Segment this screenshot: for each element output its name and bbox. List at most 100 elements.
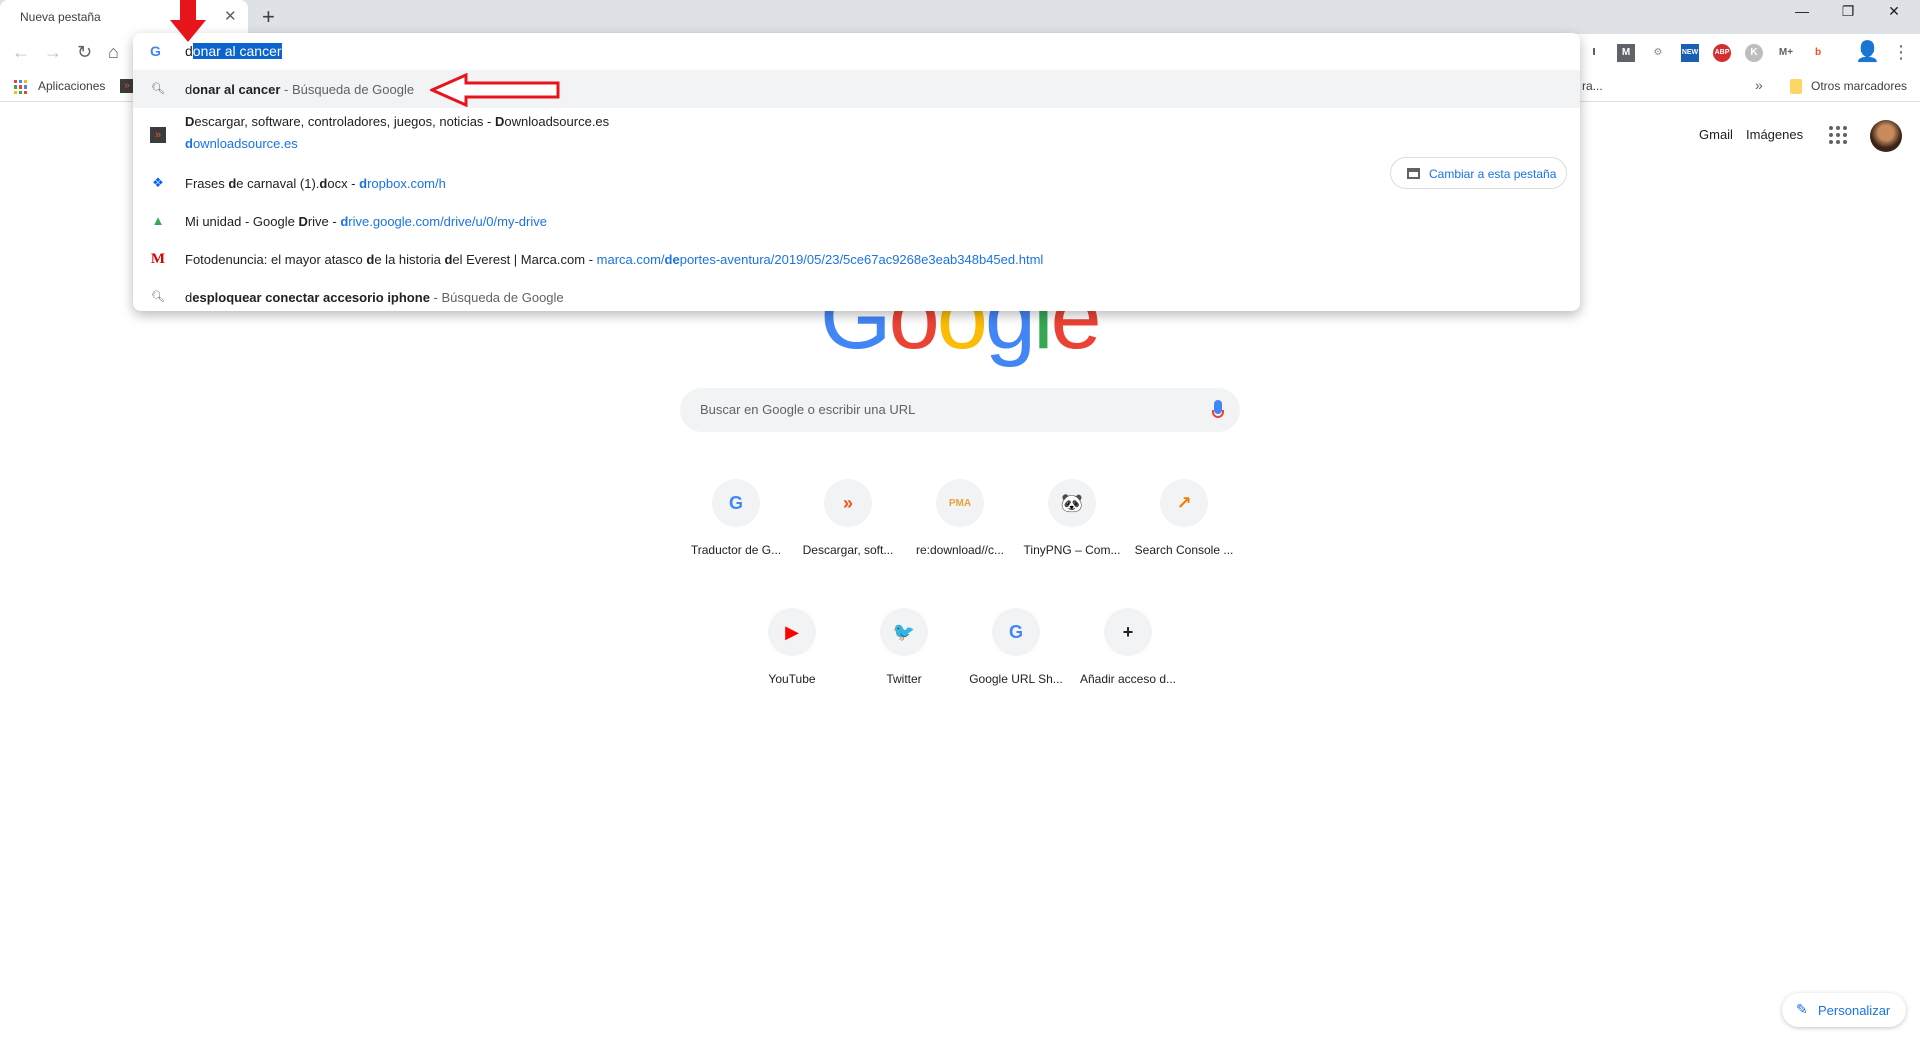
downloadsource-bookmark-icon[interactable]: » xyxy=(120,79,134,93)
suggestion-text-part: portes-aventura/2019/05/23/5ce67ac9268e3… xyxy=(679,252,1044,267)
movistar-plus-extension-icon[interactable]: M+ xyxy=(1777,44,1795,62)
google-apps-icon[interactable] xyxy=(1829,126,1847,144)
b-extension-extension-icon[interactable]: b xyxy=(1809,44,1827,62)
new-badge-extension-icon[interactable]: NEW xyxy=(1681,44,1699,62)
suggestion-text: Mi unidad - Google Drive - drive.google.… xyxy=(185,214,547,229)
suggestion-text-part: rive.google.com/drive/u/0/my-drive xyxy=(348,214,547,229)
search-icon: 🔍︎ xyxy=(151,83,165,95)
suggestion-text-part: Frases xyxy=(185,176,229,191)
tab-title: Nueva pestaña xyxy=(20,10,101,24)
bookmark-truncated[interactable]: ra... xyxy=(1582,79,1603,93)
shortcut-label: Search Console ... xyxy=(1134,543,1234,557)
apps-icon[interactable] xyxy=(14,80,28,94)
suggestion-text-part: escargar, software, controladores, juego… xyxy=(194,114,495,129)
k-extension-extension-icon[interactable]: K xyxy=(1745,44,1763,62)
new-tab-button[interactable]: + xyxy=(262,4,275,30)
shortcut-icon: G xyxy=(992,608,1040,656)
home-icon[interactable]: ⌂ xyxy=(108,42,119,63)
shortcut-tile[interactable]: ▶ YouTube xyxy=(736,608,848,720)
customize-button[interactable]: ✎ Personalizar xyxy=(1782,993,1906,1027)
switch-to-tab-button[interactable]: Cambiar a esta pestaña xyxy=(1390,157,1567,189)
folder-icon xyxy=(1790,79,1802,94)
dropbox-icon: ❖ xyxy=(152,175,164,190)
reload-icon[interactable]: ↻ xyxy=(77,42,92,63)
suggestion-text-part: ownloadsource.es xyxy=(192,136,298,151)
suggestion-text: desploquear conectar accesorio iphone - … xyxy=(185,290,564,305)
microphone-stand xyxy=(1212,410,1224,418)
suggestion-row[interactable]: 🔍︎ donar al cancer - Búsqueda de Google xyxy=(133,70,1580,108)
annotation-arrow-down xyxy=(170,0,206,42)
shortcut-icon: ▶ xyxy=(768,608,816,656)
shortcut-icon: » xyxy=(824,479,872,527)
suggestion-text-part: Mi unidad - Google xyxy=(185,214,299,229)
m-extension-extension-icon[interactable]: M xyxy=(1617,44,1635,62)
suggestion-url: downloadsource.es xyxy=(185,136,298,151)
profile-icon[interactable]: 👤 xyxy=(1855,39,1880,64)
suggestion-text-part: d xyxy=(359,176,368,191)
tab-strip: Nueva pestaña ✕ + — ❐ ✕ xyxy=(0,0,1920,34)
suggestion-row[interactable]: ❖ Frases de carnaval (1).docx - dropbox.c… xyxy=(133,164,1580,202)
shortcut-tile[interactable]: + Añadir acceso d... xyxy=(1072,608,1184,720)
shortcut-tile[interactable]: 🐼 TinyPNG – Com... xyxy=(1016,479,1128,591)
suggestion-text-part: marca.com/ xyxy=(596,252,665,267)
bookmark-otros-marcadores[interactable]: Otros marcadores xyxy=(1811,79,1907,93)
shortcut-icon: G xyxy=(712,479,760,527)
suggestion-row[interactable]: 🔍︎ desploquear conectar accesorio iphone … xyxy=(133,278,1580,316)
shortcut-label: YouTube xyxy=(768,672,816,686)
suggestion-text-part: ocx - xyxy=(327,176,360,191)
omnibox-input[interactable]: donar al cancer xyxy=(185,43,282,59)
shortcut-tile[interactable]: G Google URL Sh... xyxy=(960,608,1072,720)
shortcut-label: Twitter xyxy=(886,672,922,686)
pencil-icon: ✎ xyxy=(1796,1001,1808,1017)
tab-nueva-pestana[interactable]: Nueva pestaña ✕ xyxy=(0,0,248,34)
instapaper-extension-icon[interactable]: I xyxy=(1585,44,1603,62)
settings-gear-extension-icon[interactable]: ⚙ xyxy=(1649,44,1667,62)
shortcut-label: Descargar, soft... xyxy=(802,543,894,557)
suggestion-text-part: d xyxy=(185,136,193,151)
google-g-icon: G xyxy=(150,43,161,59)
suggestion-text-part: de xyxy=(664,252,680,267)
suggestion-text: Frases de carnaval (1).docx - dropbox.co… xyxy=(185,176,446,191)
shortcut-tile[interactable]: » Descargar, soft... xyxy=(792,479,904,591)
adblock-plus-extension-icon[interactable]: ABP xyxy=(1713,44,1731,62)
suggestion-text-part: e carnaval (1). xyxy=(236,176,320,191)
shortcut-icon: + xyxy=(1104,608,1152,656)
shortcut-tile[interactable]: 🐦 Twitter xyxy=(848,608,960,720)
suggestion-text: Fotodenuncia: el mayor atasco de la hist… xyxy=(185,252,1043,267)
close-tab-icon[interactable]: ✕ xyxy=(224,7,237,25)
downloadsource-icon: » xyxy=(150,127,166,143)
shortcut-tile[interactable]: PMA re:download//c... xyxy=(904,479,1016,591)
shortcut-label: re:download//c... xyxy=(915,543,1005,557)
suggestion-text-part: rive - xyxy=(307,214,341,229)
shortcut-icon: ↗ xyxy=(1160,479,1208,527)
annotation-arrow-left xyxy=(430,73,560,107)
window-close-button[interactable]: ✕ xyxy=(1871,3,1917,29)
bookmark-aplicaciones[interactable]: Aplicaciones xyxy=(38,79,105,93)
suggestion-text-part: Fotodenuncia: el mayor atasco xyxy=(185,252,367,267)
shortcut-icon: 🐼 xyxy=(1048,479,1096,527)
suggestion-text-part: - Búsqueda de Google xyxy=(429,290,564,305)
minimize-button[interactable]: — xyxy=(1779,3,1825,29)
menu-icon[interactable]: ⋮ xyxy=(1892,42,1910,63)
suggestion-text-part: D xyxy=(298,214,308,229)
search-placeholder: Buscar en Google o escribir una URL xyxy=(700,402,916,417)
suggestion-row[interactable]: M Fotodenuncia: el mayor atasco de la his… xyxy=(133,240,1580,278)
bookmarks-overflow-icon[interactable]: » xyxy=(1755,77,1763,93)
forward-icon[interactable]: → xyxy=(44,42,62,63)
suggestion-text: Descargar, software, controladores, jueg… xyxy=(185,114,609,129)
drive-icon: ▲ xyxy=(151,213,165,228)
suggestion-row[interactable]: ▲ Mi unidad - Google Drive - drive.google… xyxy=(133,202,1580,240)
search-icon: 🔍︎ xyxy=(151,291,165,303)
restore-button[interactable]: ❐ xyxy=(1825,3,1871,29)
back-icon[interactable]: ← xyxy=(12,42,30,63)
account-avatar[interactable] xyxy=(1870,120,1902,152)
suggestion-text-part: esploquear conectar accesorio iphone xyxy=(192,290,430,305)
shortcut-label: TinyPNG – Com... xyxy=(1023,543,1121,557)
suggestion-row[interactable]: » Descargar, software, controladores, jue… xyxy=(133,109,1580,164)
shortcut-tile[interactable]: ↗ Search Console ... xyxy=(1128,479,1240,591)
images-link[interactable]: Imágenes xyxy=(1746,127,1803,142)
gmail-link[interactable]: Gmail xyxy=(1699,127,1733,142)
shortcut-tile[interactable]: G Traductor de G... xyxy=(680,479,792,591)
shortcut-label: Google URL Sh... xyxy=(969,672,1063,686)
search-input[interactable]: Buscar en Google o escribir una URL xyxy=(680,388,1240,432)
